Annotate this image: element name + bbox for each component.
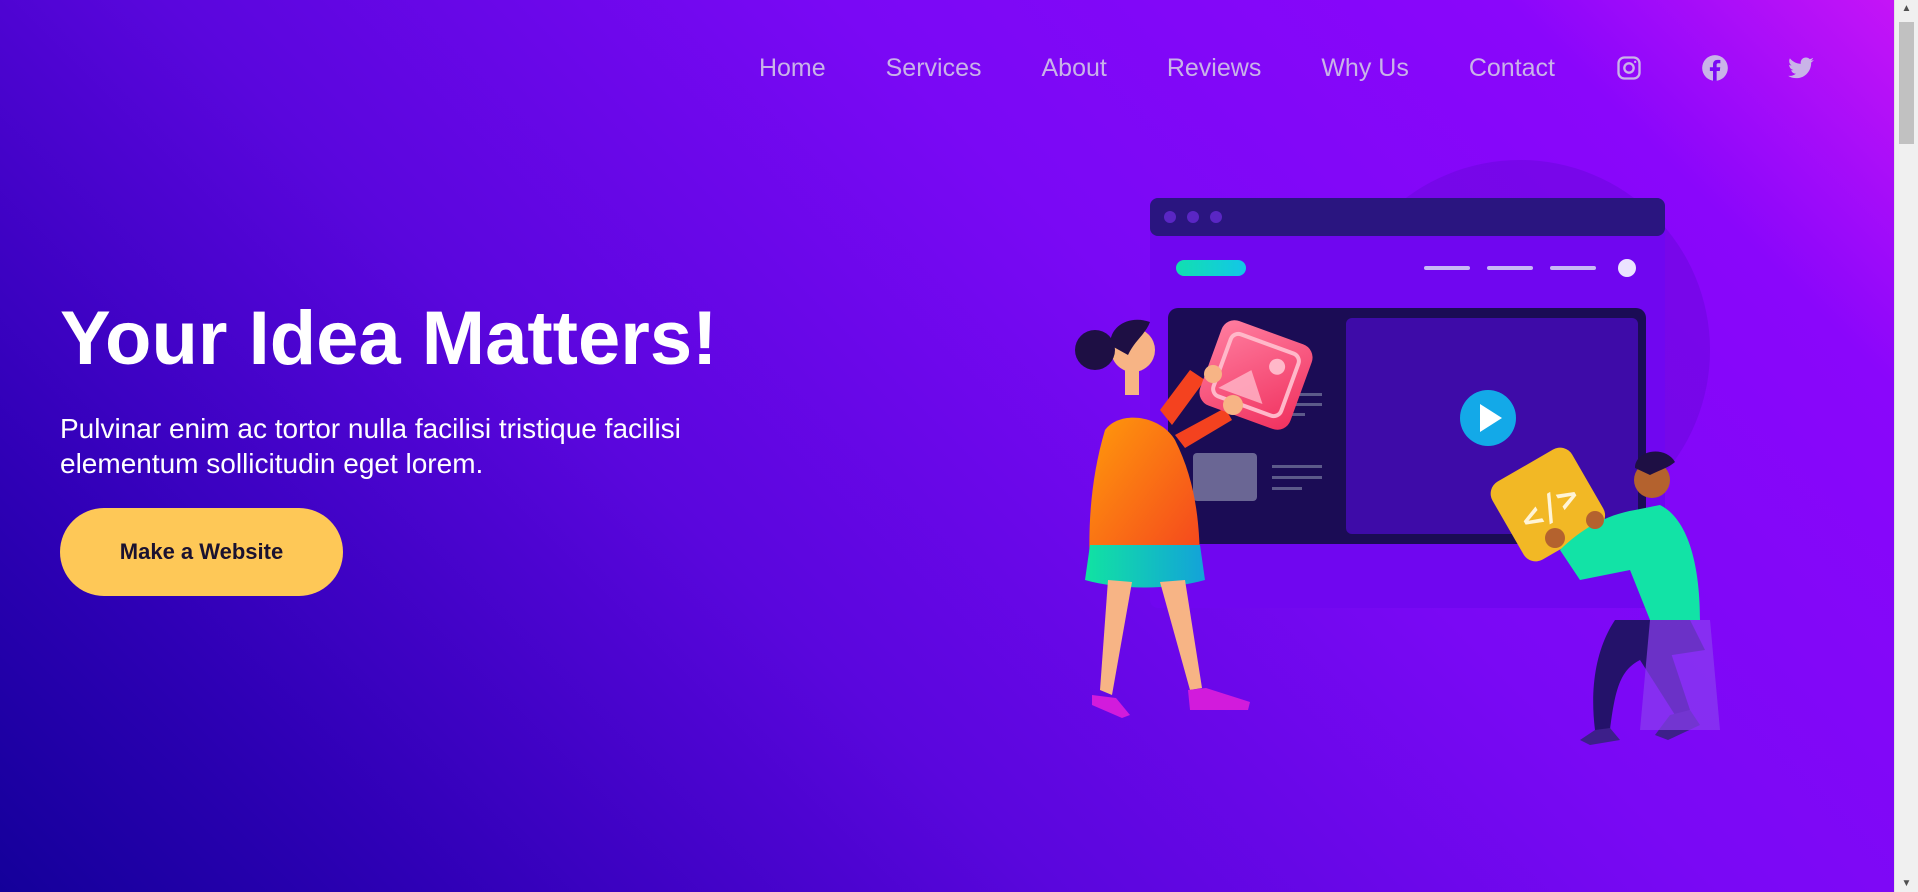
scroll-thumb[interactable] [1899,22,1914,144]
scroll-down-arrow-icon[interactable]: ▼ [1895,875,1918,892]
nav-services[interactable]: Services [886,48,982,88]
nav-home[interactable]: Home [759,48,826,88]
nav-reviews[interactable]: Reviews [1167,48,1261,88]
social-links [1615,54,1815,82]
nav-about[interactable]: About [1042,48,1107,88]
facebook-icon[interactable] [1701,54,1729,82]
hero-title: Your Idea Matters! [60,296,718,381]
scrollbar[interactable]: ▲ ▼ [1894,0,1918,892]
make-website-button[interactable]: Make a Website [60,508,343,596]
scroll-up-arrow-icon[interactable]: ▲ [1895,0,1918,17]
nav-contact[interactable]: Contact [1469,48,1555,88]
hero-subtitle: Pulvinar enim ac tortor nulla facilisi t… [60,413,681,479]
main-nav: Home Services About Reviews Why Us Conta… [759,48,1815,88]
nav-why-us[interactable]: Why Us [1321,48,1409,88]
instagram-icon[interactable] [1615,54,1643,82]
twitter-icon[interactable] [1787,54,1815,82]
hero-section: Home Services About Reviews Why Us Conta… [0,0,1895,892]
hero-illustration: </> [1075,160,1720,745]
